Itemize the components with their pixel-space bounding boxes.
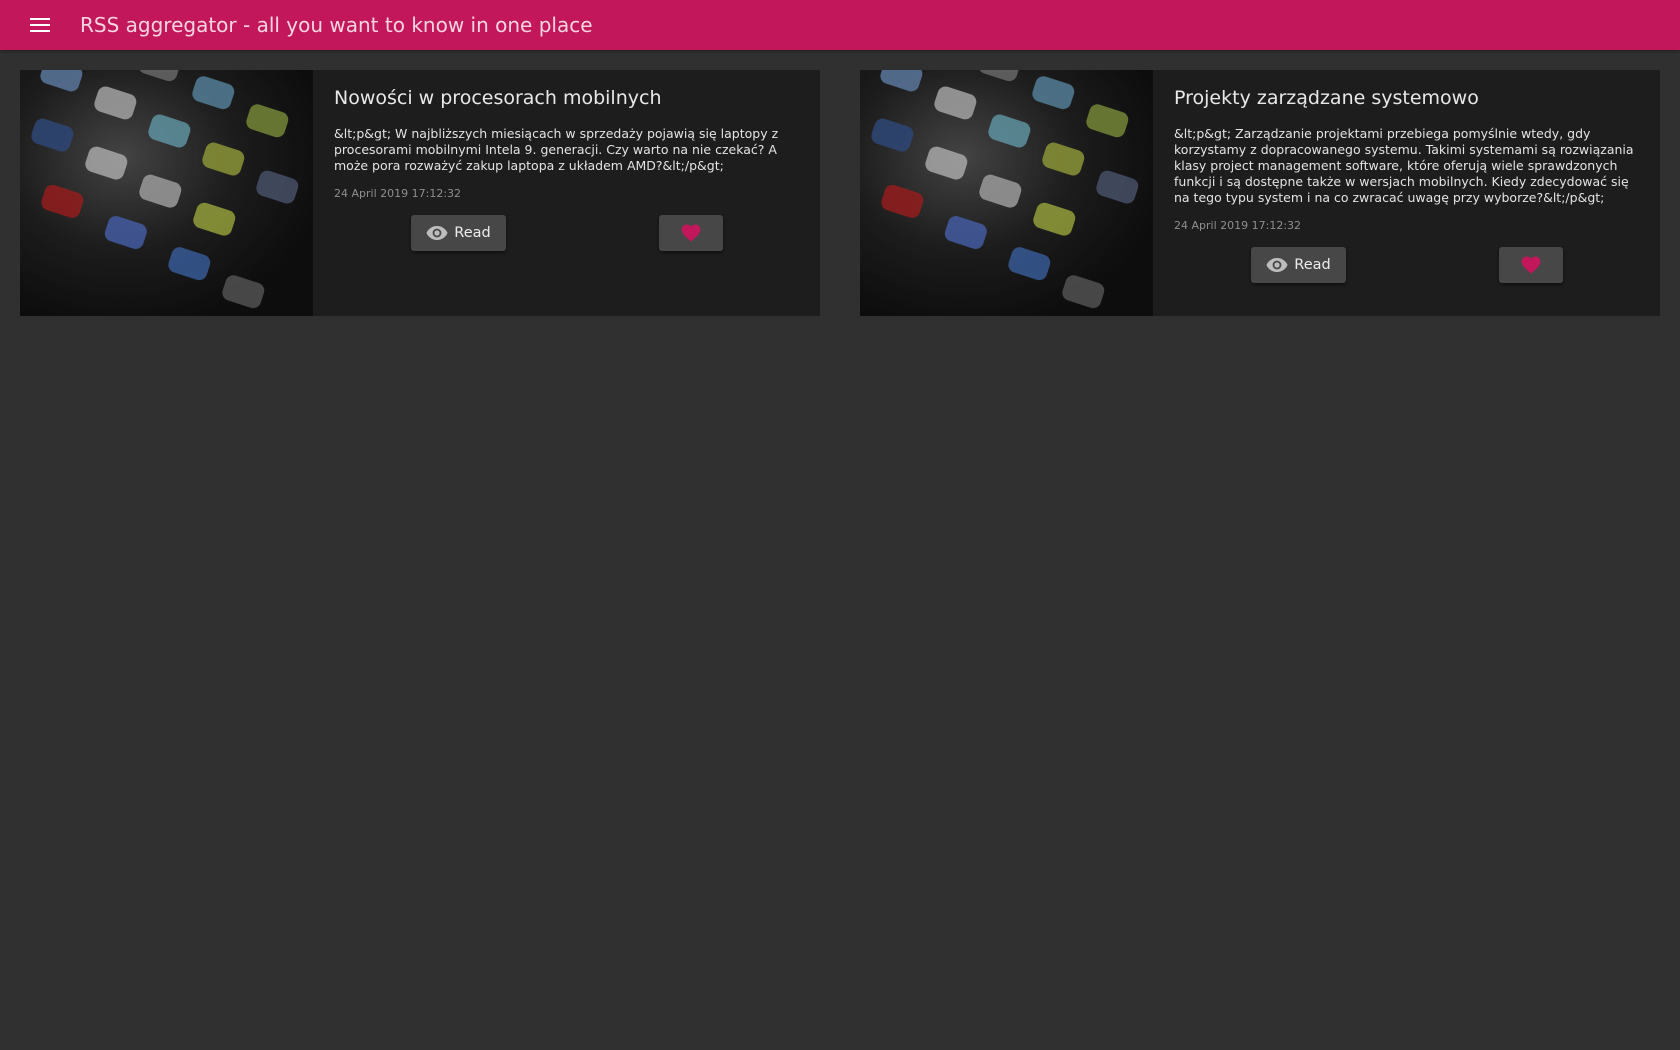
menu-button[interactable] xyxy=(20,5,60,45)
read-button-label: Read xyxy=(1294,257,1331,273)
app-toolbar: RSS aggregator - all you want to know in… xyxy=(0,0,1680,50)
favorite-button[interactable] xyxy=(659,215,723,251)
article-title: Projekty zarządzane systemowo xyxy=(1174,87,1479,109)
article-list: Nowości w procesorach mobilnych &lt;p&gt… xyxy=(20,70,1660,316)
read-button[interactable]: Read xyxy=(1251,247,1346,283)
favorite-button[interactable] xyxy=(1499,247,1563,283)
article-card: Nowości w procesorach mobilnych &lt;p&gt… xyxy=(20,70,820,316)
article-thumbnail xyxy=(20,70,313,316)
article-card: Projekty zarządzane systemowo &lt;p&gt; … xyxy=(860,70,1660,316)
read-button[interactable]: Read xyxy=(411,215,506,251)
hamburger-menu-icon xyxy=(30,18,50,32)
article-title: Nowości w procesorach mobilnych xyxy=(334,87,662,109)
article-date: 24 April 2019 17:12:32 xyxy=(334,187,462,200)
heart-icon xyxy=(681,224,701,242)
read-button-label: Read xyxy=(454,225,491,241)
heart-icon xyxy=(1521,256,1541,274)
smartphone-apps-image xyxy=(860,70,1153,316)
article-description: &lt;p&gt; Zarządzanie projektami przebie… xyxy=(1174,126,1634,205)
smartphone-apps-image xyxy=(20,70,313,316)
article-date: 24 April 2019 17:12:32 xyxy=(1174,219,1302,232)
article-thumbnail xyxy=(860,70,1153,316)
article-actions: Read xyxy=(1174,247,1640,283)
article-actions: Read xyxy=(334,215,800,251)
eye-icon xyxy=(1266,257,1288,273)
article-description: &lt;p&gt; W najbliższych miesiącach w sp… xyxy=(334,126,779,173)
eye-icon xyxy=(426,225,448,241)
article-content: Projekty zarządzane systemowo &lt;p&gt; … xyxy=(1153,70,1660,316)
app-title: RSS aggregator - all you want to know in… xyxy=(80,13,593,37)
article-content: Nowości w procesorach mobilnych &lt;p&gt… xyxy=(313,70,820,316)
